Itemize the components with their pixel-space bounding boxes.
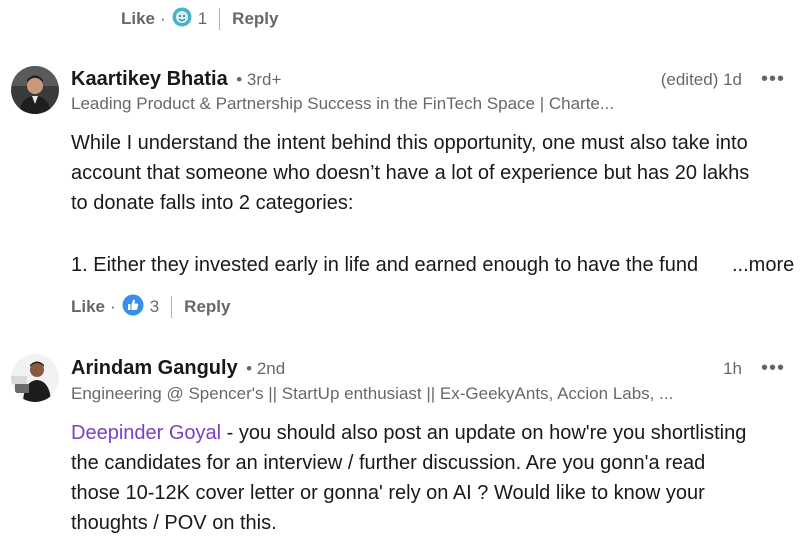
- comment-line: the candidates for an interview / furthe…: [71, 452, 706, 474]
- author-name[interactable]: Kaartikey Bhatia: [71, 68, 228, 90]
- divider: [219, 8, 221, 30]
- support-reaction-icon[interactable]: [172, 7, 192, 32]
- author-headline[interactable]: Leading Product & Partnership Success in…: [71, 94, 614, 114]
- connection-degree: • 2nd: [246, 359, 286, 378]
- timestamp: 1h: [723, 359, 742, 378]
- separator-dot: ·: [160, 9, 166, 28]
- comment-line: 1. Either they invested early in life an…: [71, 254, 699, 276]
- comment-body: While I understand the intent behind thi…: [71, 128, 800, 218]
- author-headline[interactable]: Engineering @ Spencer's || StartUp enthu…: [71, 384, 673, 404]
- separator-dot: ·: [110, 297, 116, 316]
- author-line: Kaartikey Bhatia • 3rd+: [71, 68, 281, 91]
- reply-button[interactable]: Reply: [232, 9, 278, 29]
- comment-line: those 10-12K cover letter or gonna' rely…: [71, 482, 705, 504]
- comment-line: account that someone who doesn’t have a …: [71, 162, 750, 184]
- avatar[interactable]: [11, 66, 59, 114]
- reaction-count[interactable]: 1: [198, 9, 207, 29]
- comment-line: to donate falls into 2 categories:: [71, 192, 354, 214]
- timestamp: (edited) 1d: [660, 70, 742, 89]
- prev-comment-actions: Like · 1 Reply: [121, 7, 278, 31]
- comment-line: While I understand the intent behind thi…: [71, 132, 748, 154]
- author-name[interactable]: Arindam Ganguly: [71, 357, 238, 379]
- mention-link[interactable]: Deepinder Goyal: [71, 422, 221, 444]
- like-button[interactable]: Like: [121, 9, 155, 29]
- connection-degree: • 3rd+: [236, 70, 282, 89]
- comment-line: thoughts / POV on this.: [71, 512, 277, 534]
- comment-actions: Like · 3 Reply: [71, 294, 230, 320]
- avatar[interactable]: [11, 354, 59, 402]
- comment-line: Deepinder Goyal - you should also post a…: [71, 418, 800, 448]
- more-options-icon[interactable]: •••: [761, 357, 785, 380]
- comment-body: Deepinder Goyal - you should also post a…: [71, 418, 800, 538]
- divider: [171, 296, 173, 318]
- comment-text: - you should also post an update on how'…: [221, 422, 747, 444]
- reaction-count[interactable]: 3: [150, 297, 159, 317]
- see-more-link[interactable]: ...more: [732, 250, 794, 280]
- reply-button[interactable]: Reply: [184, 297, 230, 317]
- author-line: Arindam Ganguly • 2nd: [71, 357, 285, 380]
- like-button[interactable]: Like: [71, 297, 105, 317]
- like-reaction-icon[interactable]: [122, 294, 144, 321]
- more-options-icon[interactable]: •••: [761, 68, 785, 91]
